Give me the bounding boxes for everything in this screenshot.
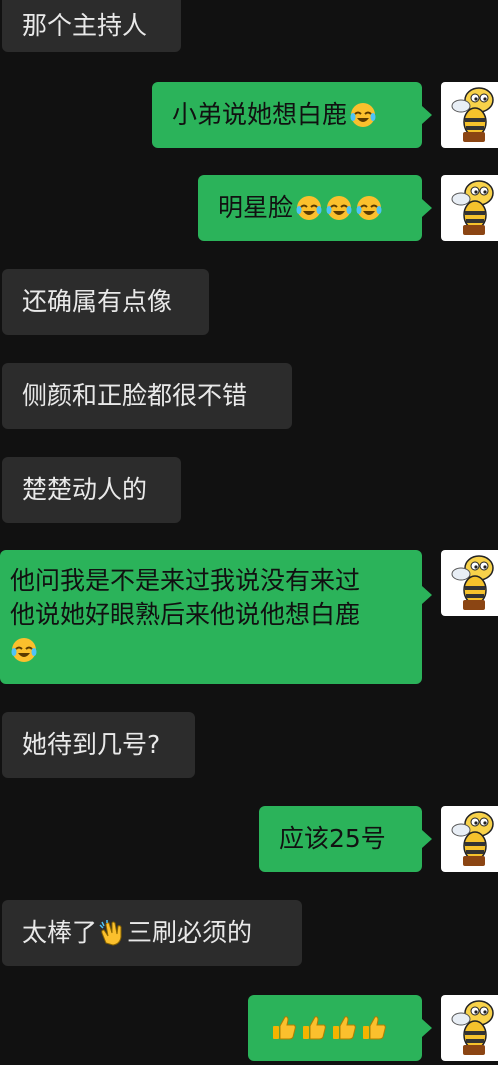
message-bubble-left[interactable]: 她待到几号? <box>2 712 195 778</box>
message-text-block: 他问我是不是来过我说没有来过 他说她好眼熟后来他说他想白鹿 <box>10 564 360 666</box>
bubble-tail <box>422 199 432 217</box>
avatar[interactable] <box>441 550 498 616</box>
message-bubble-left[interactable]: 太棒了 三刷必须的 <box>2 900 302 966</box>
message-bubble-right[interactable]: 小弟说她想白鹿 <box>152 82 432 148</box>
avatar[interactable] <box>441 995 498 1061</box>
message-text: 太棒了 <box>22 918 98 947</box>
laugh-cry-emoji-line <box>10 632 360 666</box>
bubble-tail <box>422 1019 432 1037</box>
message-bubble-right[interactable]: 应该25号 <box>259 806 432 872</box>
message-bubble-left[interactable]: 侧颜和正脸都很不错 <box>2 363 292 429</box>
message-text: 明星脸 <box>218 193 294 222</box>
message-bubble-right[interactable]: 他问我是不是来过我说没有来过 他说她好眼熟后来他说他想白鹿 <box>0 550 432 684</box>
thumbs-up-emoji-icon <box>270 1014 298 1042</box>
message-bubble-right[interactable]: 明星脸 <box>198 175 432 241</box>
bee-mascot-icon <box>451 811 494 866</box>
avatar[interactable] <box>441 175 498 241</box>
laugh-cry-emoji-icon <box>355 194 383 222</box>
message-text-line: 他问我是不是来过我说没有来过 <box>10 566 361 595</box>
bee-mascot-icon <box>451 87 494 142</box>
bee-mascot-icon <box>451 555 494 610</box>
message-bubble-right[interactable] <box>248 995 432 1061</box>
laugh-cry-emoji-icon <box>10 636 38 664</box>
bee-mascot-icon <box>451 1000 494 1055</box>
laugh-cry-emoji-icon <box>349 101 377 129</box>
thumbs-up-emoji-icon <box>360 1014 388 1042</box>
thumbs-up-emoji-icon <box>330 1014 358 1042</box>
message-text: 那个主持人 <box>22 11 148 40</box>
thumbs-up-emoji-icon <box>300 1014 328 1042</box>
avatar[interactable] <box>441 82 498 148</box>
bubble-tail <box>422 586 432 604</box>
bee-mascot-icon <box>451 180 494 235</box>
message-bubble-left[interactable]: 楚楚动人的 <box>2 457 181 523</box>
message-text: 三刷必须的 <box>127 918 253 947</box>
message-bubble-left[interactable]: 还确属有点像 <box>2 269 209 335</box>
avatar[interactable] <box>441 806 498 872</box>
message-text: 小弟说她想白鹿 <box>172 100 348 129</box>
bubble-tail <box>422 830 432 848</box>
message-text: 楚楚动人的 <box>22 475 148 504</box>
message-text: 还确属有点像 <box>22 287 173 316</box>
message-text: 她待到几号? <box>22 730 161 759</box>
laugh-cry-emoji-icon <box>295 194 323 222</box>
clap-emoji-icon <box>98 919 126 947</box>
laugh-cry-emoji-icon <box>325 194 353 222</box>
message-bubble-left[interactable]: 那个主持人 <box>2 0 181 52</box>
message-text: 应该25号 <box>279 824 386 853</box>
bubble-tail <box>422 106 432 124</box>
message-text-line: 他说她好眼熟后来他说他想白鹿 <box>10 600 361 629</box>
message-text: 侧颜和正脸都很不错 <box>22 381 248 410</box>
